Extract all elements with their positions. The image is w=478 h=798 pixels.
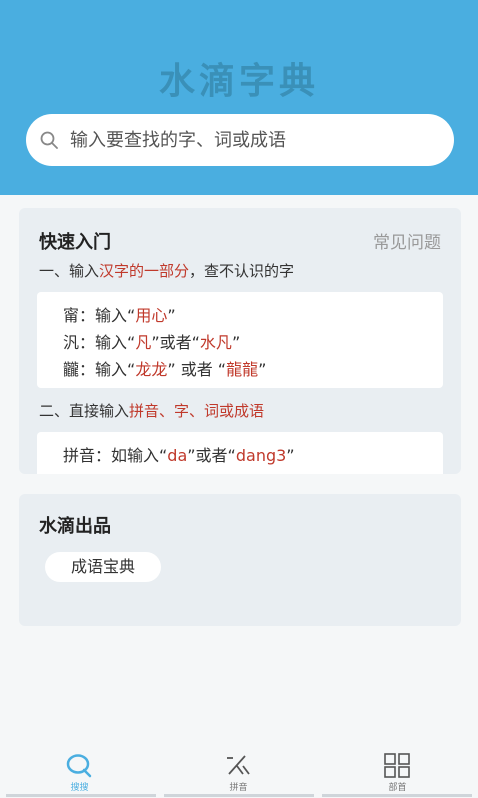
products-card: 水滴出品 成语宝典 xyxy=(19,494,461,626)
tab-search[interactable]: 搜搜 xyxy=(0,744,159,798)
quick-start-title: 快速入门 xyxy=(39,232,111,253)
tab-divider xyxy=(322,794,472,797)
step-2-highlight: 拼音、字、词或成语 xyxy=(129,402,265,420)
search-input[interactable] xyxy=(70,114,440,166)
tab-pinyin-label: 拼音 xyxy=(229,783,248,793)
search-icon xyxy=(40,131,58,149)
tab-radical-label: 部首 xyxy=(388,783,407,793)
pinyin-tab-icon xyxy=(227,755,250,775)
example-pinyin-line: 拼音：如输入“da”或者“dang3” xyxy=(63,446,295,465)
step-2-text: 二、直接输入拼音、字、词或成语 xyxy=(39,402,265,420)
products-title: 水滴出品 xyxy=(39,516,111,537)
example-box-1: 甯：输入“用心” 汎：输入“凡”或者“水凡” 龖：输入“龙龙” 或者 “龍龍” xyxy=(37,292,443,388)
search-tab-icon xyxy=(66,754,92,778)
example-box-2: 拼音：如输入“da”或者“dang3” xyxy=(37,432,443,474)
tab-divider xyxy=(164,794,314,797)
example-line: 龖：输入“龙龙” 或者 “龍龍” xyxy=(63,360,267,379)
quick-start-card: 快速入门 常见问题 一、输入汉字的一部分，查不认识的字 甯：输入“用心” 汎：输… xyxy=(19,208,461,474)
example-line: 汎：输入“凡”或者“水凡” xyxy=(63,333,241,352)
tab-divider xyxy=(6,794,156,797)
faq-link[interactable]: 常见问题 xyxy=(373,228,441,253)
step-1-highlight: 汉字的一部分 xyxy=(99,262,190,280)
bottom-tab-bar: 搜搜 拼音 部首 xyxy=(0,744,478,798)
example-line: 甯：输入“用心” xyxy=(63,306,176,325)
step-1-text: 一、输入汉字的一部分，查不认识的字 xyxy=(39,262,295,280)
radical-grid-icon xyxy=(384,753,410,778)
header: 水滴字典 xyxy=(0,0,478,195)
idiom-dictionary-chip[interactable]: 成语宝典 xyxy=(45,552,161,582)
tab-pinyin[interactable]: 拼音 xyxy=(159,744,318,798)
tab-search-label: 搜搜 xyxy=(70,783,89,793)
app-title: 水滴字典 xyxy=(158,60,319,102)
search-bar[interactable] xyxy=(26,114,454,166)
tab-radical[interactable]: 部首 xyxy=(318,744,477,798)
